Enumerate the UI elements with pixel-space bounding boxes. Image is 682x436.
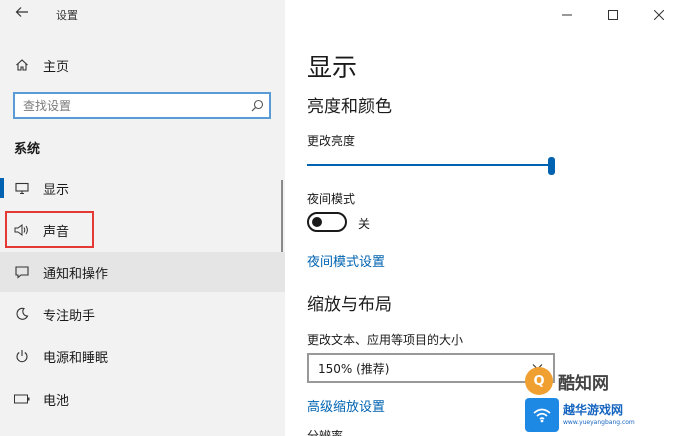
minimize-button[interactable] bbox=[544, 0, 590, 30]
kuzhi-logo: Q bbox=[525, 367, 553, 395]
search-input[interactable] bbox=[15, 94, 245, 117]
resolution-label: 分辨率 bbox=[307, 429, 344, 436]
battery-icon bbox=[14, 394, 30, 404]
scale-label: 更改文本、应用等项目的大小 bbox=[307, 333, 464, 347]
scale-section-heading: 缩放与布局 bbox=[307, 295, 392, 315]
minimize-icon bbox=[562, 14, 572, 16]
power-icon bbox=[14, 349, 30, 363]
sidebar-item-label: 专注助手 bbox=[43, 308, 96, 324]
scale-dropdown[interactable]: 150% (推荐) bbox=[307, 353, 555, 383]
back-button[interactable] bbox=[12, 5, 32, 25]
yueyang-watermark-url: www.yueyangbang.com bbox=[563, 419, 635, 426]
section-heading: 系统 bbox=[14, 142, 41, 157]
night-mode-toggle-knob bbox=[312, 217, 322, 227]
sidebar-item-focus-assist[interactable]: 专注助手 bbox=[0, 294, 285, 334]
window-controls bbox=[544, 0, 682, 30]
night-mode-settings-link[interactable]: 夜间模式设置 bbox=[307, 251, 385, 270]
yueyang-watermark-name: 越华游戏网 bbox=[563, 403, 624, 417]
scale-dropdown-value: 150% (推荐) bbox=[318, 361, 390, 376]
close-button[interactable] bbox=[636, 0, 682, 30]
yueyang-watermark-text: 越华游戏网 www.yueyangbang.com bbox=[563, 403, 635, 427]
monitor-icon bbox=[14, 181, 30, 195]
page-title: 显示 bbox=[307, 53, 358, 82]
sidebar-item-power-sleep[interactable]: 电源和睡眠 bbox=[0, 336, 285, 376]
sidebar-scrollbar[interactable] bbox=[281, 180, 283, 252]
watermark-yueyang: 越华游戏网 www.yueyangbang.com bbox=[525, 397, 682, 433]
sidebar-item-label: 电源和睡眠 bbox=[43, 350, 109, 366]
maximize-icon bbox=[608, 10, 618, 20]
home-icon bbox=[14, 58, 30, 72]
title-bar: 设置 bbox=[0, 0, 285, 30]
moon-icon bbox=[14, 307, 30, 321]
kuzhi-watermark-text: 酷知网 bbox=[558, 373, 609, 394]
annotation-highlight-box bbox=[5, 211, 94, 248]
sidebar-item-label: 通知和操作 bbox=[43, 266, 109, 282]
notification-icon bbox=[14, 265, 30, 279]
night-mode-label: 夜间模式 bbox=[307, 192, 356, 206]
window-title: 设置 bbox=[56, 9, 78, 22]
brightness-label: 更改亮度 bbox=[307, 134, 356, 148]
brightness-section-heading: 亮度和颜色 bbox=[307, 97, 392, 117]
nav-home[interactable]: 主页 bbox=[0, 50, 285, 80]
search-icon[interactable] bbox=[245, 94, 269, 117]
maximize-button[interactable] bbox=[590, 0, 636, 30]
close-icon bbox=[654, 10, 664, 20]
wifi-icon bbox=[525, 398, 559, 432]
sidebar-item-notifications[interactable]: 通知和操作 bbox=[0, 252, 285, 292]
sidebar: 设置 主页 系统 显示 声音 通知和操作 专注 bbox=[0, 0, 285, 436]
advanced-scale-link[interactable]: 高级缩放设置 bbox=[307, 396, 385, 415]
sidebar-item-battery[interactable]: 电池 bbox=[0, 379, 285, 419]
brightness-slider-thumb[interactable] bbox=[548, 157, 555, 175]
active-indicator bbox=[0, 178, 4, 198]
brightness-slider[interactable] bbox=[307, 157, 555, 175]
nav-home-label: 主页 bbox=[43, 59, 70, 75]
brightness-slider-track bbox=[307, 164, 552, 166]
search-box[interactable] bbox=[13, 92, 271, 119]
sidebar-item-label: 电池 bbox=[43, 393, 70, 409]
watermark-kuzhi: Q 酷知网 bbox=[525, 366, 665, 396]
sidebar-item-label: 显示 bbox=[43, 182, 70, 198]
night-mode-state: 关 bbox=[358, 217, 371, 231]
night-mode-toggle[interactable] bbox=[307, 212, 347, 232]
sidebar-item-display[interactable]: 显示 bbox=[0, 168, 285, 208]
back-arrow-icon bbox=[15, 7, 28, 17]
